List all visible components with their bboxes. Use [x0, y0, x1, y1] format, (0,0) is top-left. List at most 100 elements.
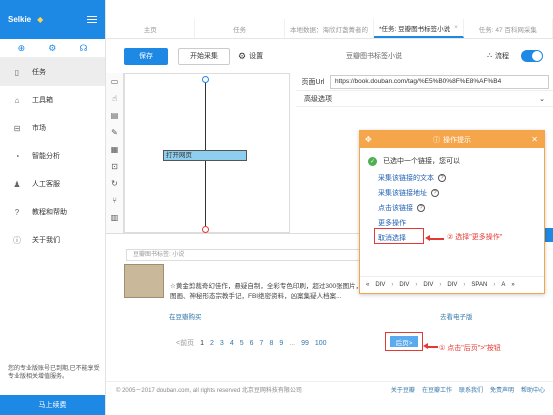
- open-page-node[interactable]: 打开网页: [163, 150, 247, 161]
- sidebar-item-label: 智能分析: [32, 153, 60, 160]
- action-label: 更多操作: [378, 219, 406, 227]
- sidebar-item-support[interactable]: ♟ 人工客服: [0, 170, 105, 198]
- open-page-tool-icon[interactable]: ▭: [106, 73, 123, 90]
- page-link[interactable]: 6: [250, 340, 254, 347]
- help-icon[interactable]: ?: [431, 188, 439, 197]
- page-link[interactable]: 7: [260, 340, 264, 347]
- scroll-handle[interactable]: [545, 228, 553, 242]
- sidebar-item-tasks[interactable]: ▯ 任务: [0, 58, 105, 86]
- info-icon: ⓘ: [13, 235, 21, 245]
- tab-local-data[interactable]: 本地数据：海欣灯盏菁者的: [285, 19, 375, 38]
- path-node[interactable]: A: [501, 282, 505, 288]
- tab-home[interactable]: 主页: [106, 19, 196, 38]
- hover-tool-icon[interactable]: ⊡: [106, 158, 123, 175]
- document-icon: ▯: [14, 67, 20, 77]
- page-link[interactable]: 9: [279, 340, 283, 347]
- check-icon: ✓: [368, 156, 377, 166]
- settings-button[interactable]: ⚙ 设置: [238, 51, 263, 62]
- page-ellipsis: ...: [289, 339, 296, 347]
- input-tool-icon[interactable]: ✎: [106, 124, 123, 141]
- sidebar-item-help[interactable]: ? 教程和帮助: [0, 198, 105, 226]
- path-node[interactable]: DIV: [375, 282, 385, 288]
- pagination: <前页 1 2 3 4 5 6 7 8 9 ... 99 100: [176, 338, 327, 348]
- diamond-icon: ◆: [37, 15, 44, 24]
- sidebar-item-label: 人工客服: [32, 181, 60, 188]
- tab-current-task[interactable]: *任务: 豆瓣图书标签小说 ×: [374, 19, 464, 38]
- extract-link-url-action[interactable]: 采集该链接地址?: [378, 185, 544, 200]
- start-collect-button[interactable]: 开始采集: [178, 47, 230, 65]
- sidebar-item-analytics[interactable]: ◔ 智能分析: [0, 142, 105, 170]
- sidebar-item-about[interactable]: ⓘ 关于我们: [0, 226, 105, 254]
- toggle-knob: [532, 51, 542, 61]
- page-link[interactable]: 4: [230, 340, 234, 347]
- operation-tips-popup: ✥ ⓘ 操作提示 ✕ ✓ 已选中一个链接，您可以 采集该链接的文本? 采集该链接…: [359, 130, 545, 294]
- workflow-canvas[interactable]: 打开网页: [124, 73, 290, 233]
- tab-task-baike[interactable]: 任务: 47 百科网采集: [464, 19, 553, 38]
- path-separator: ›: [415, 281, 418, 288]
- annotation-click-next: ① 点击"后页">"按钮: [439, 345, 501, 352]
- help-icon[interactable]: ?: [438, 173, 446, 182]
- headset-icon[interactable]: ☊: [79, 43, 87, 54]
- renew-button[interactable]: 马上续费: [0, 395, 105, 415]
- path-prev-icon[interactable]: «: [366, 282, 369, 288]
- buy-on-douban-link[interactable]: 在豆瓣购买: [169, 311, 202, 321]
- close-icon[interactable]: ✕: [531, 135, 538, 144]
- analytics-icon: ◔: [14, 151, 20, 161]
- action-label: 点击该链接: [378, 204, 413, 212]
- dropdown-tool-icon[interactable]: ▥: [106, 209, 123, 226]
- branch-tool-icon[interactable]: ⑂: [106, 192, 123, 209]
- task-title: 豆瓣图书标签小说: [346, 53, 402, 60]
- ebook-link[interactable]: 去看电子版: [440, 311, 473, 321]
- popup-title: 操作提示: [443, 136, 471, 144]
- move-icon[interactable]: ✥: [365, 135, 372, 144]
- url-input[interactable]: https://book.douban.com/tag/%E5%B0%8F%E8…: [330, 74, 549, 89]
- flow-toggle[interactable]: [521, 50, 543, 62]
- page-footer: © 2005－2017 douban.com, all rights reser…: [106, 381, 553, 396]
- flow-label-text: 流程: [495, 53, 509, 60]
- advanced-options[interactable]: 高级选项 ⌄: [296, 91, 553, 107]
- sidebar-header: Selkie ◆: [0, 0, 105, 39]
- click-link-action[interactable]: 点击该链接?: [378, 200, 544, 215]
- extract-tool-icon[interactable]: ▤: [106, 107, 123, 124]
- flow-icon: ⛬: [487, 52, 492, 59]
- page-link[interactable]: 5: [240, 340, 244, 347]
- gear-icon[interactable]: ⚙: [48, 43, 56, 54]
- footer-link[interactable]: 免责声明: [490, 385, 514, 394]
- path-node[interactable]: SPAN: [471, 282, 487, 288]
- page-link[interactable]: 2: [210, 340, 214, 347]
- action-label: 采集该链接地址: [378, 189, 427, 197]
- page-link[interactable]: 100: [315, 340, 327, 347]
- path-separator: ›: [439, 281, 442, 288]
- sidebar-item-market[interactable]: ⊟ 市场: [0, 114, 105, 142]
- captcha-tool-icon[interactable]: ▦: [106, 141, 123, 158]
- plus-icon[interactable]: ⊕: [18, 43, 26, 54]
- extract-link-text-action[interactable]: 采集该链接的文本?: [378, 170, 544, 185]
- footer-link[interactable]: 关于豆瓣: [391, 385, 415, 394]
- path-separator: ›: [463, 281, 466, 288]
- url-label: 页面Url: [301, 78, 325, 86]
- footer-link[interactable]: 帮助中心: [521, 385, 545, 394]
- info-icon: ⓘ: [433, 136, 440, 144]
- click-tool-icon[interactable]: ☝: [106, 90, 123, 107]
- path-node[interactable]: DIV: [423, 282, 433, 288]
- loop-tool-icon[interactable]: ↻: [106, 175, 123, 192]
- page-link[interactable]: 99: [301, 340, 309, 347]
- page-link[interactable]: 3: [220, 340, 224, 347]
- path-node[interactable]: DIV: [399, 282, 409, 288]
- next-page-link[interactable]: 后页>: [390, 336, 418, 347]
- footer-link[interactable]: 在豆瓣工作: [422, 385, 452, 394]
- book-cover-image[interactable]: [124, 264, 164, 298]
- footer-link[interactable]: 联系我们: [459, 385, 483, 394]
- save-button[interactable]: 保存: [124, 47, 168, 65]
- hamburger-menu-icon[interactable]: [87, 14, 97, 25]
- tab-tasks[interactable]: 任务: [195, 19, 285, 38]
- prev-page-link[interactable]: <前页: [176, 338, 194, 348]
- page-link[interactable]: 8: [269, 340, 273, 347]
- sidebar-item-toolbox[interactable]: ⌂ 工具箱: [0, 86, 105, 114]
- path-node[interactable]: DIV: [447, 282, 457, 288]
- flow-label: ⛬ 流程: [487, 51, 509, 61]
- help-icon[interactable]: ?: [417, 203, 425, 212]
- path-next-icon[interactable]: »: [511, 282, 514, 288]
- close-icon[interactable]: ×: [454, 24, 458, 31]
- popup-message-text: 已选中一个链接，您可以: [383, 158, 460, 165]
